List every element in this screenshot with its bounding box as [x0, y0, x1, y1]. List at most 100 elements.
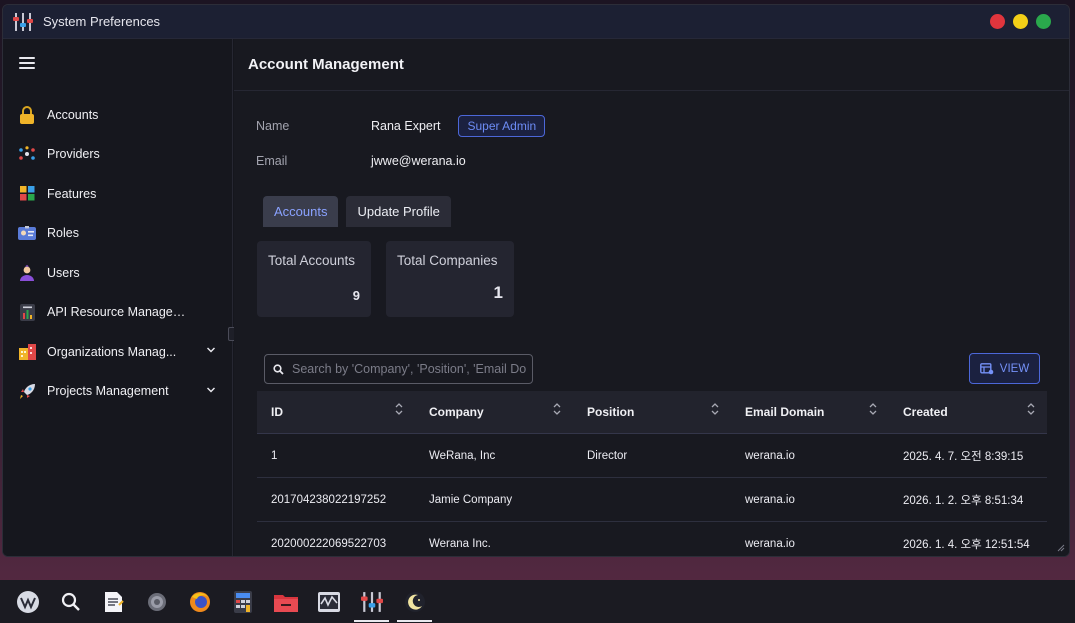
- table-row[interactable]: 201704238022197252 Jamie Company werana.…: [257, 478, 1047, 522]
- tab-update-profile[interactable]: Update Profile: [346, 196, 451, 227]
- sidebar-item-roles[interactable]: Roles: [3, 214, 233, 254]
- sort-icon[interactable]: [1027, 402, 1035, 416]
- main-content: Account Management Name Rana Expert Supe…: [234, 39, 1069, 556]
- column-header-created[interactable]: Created: [889, 402, 1047, 419]
- sidebar-item-providers[interactable]: Providers: [3, 135, 233, 175]
- system-preferences-icon: [12, 11, 34, 33]
- table-header: ID Company Position Email Domain Created: [257, 391, 1047, 434]
- taskbar-app[interactable]: [178, 580, 221, 623]
- name-label: Name: [256, 119, 290, 133]
- cell-email-domain: werana.io: [745, 449, 795, 462]
- taskbar-app[interactable]: [49, 580, 92, 623]
- sidebar-item-label: Providers: [47, 147, 100, 162]
- menu-icon[interactable]: [19, 57, 35, 71]
- sidebar-item-accounts[interactable]: Accounts: [3, 95, 233, 135]
- night-mode-icon: [404, 591, 425, 612]
- sidebar-item-api-resource-management[interactable]: API Resource Management: [3, 293, 233, 333]
- search-field[interactable]: [264, 354, 533, 384]
- column-header-id[interactable]: ID: [257, 402, 415, 419]
- chevron-down-icon[interactable]: [207, 386, 215, 394]
- cell-company: Werana Inc.: [429, 537, 491, 550]
- taskbar-app[interactable]: [307, 580, 350, 623]
- rocket-icon: [18, 382, 36, 400]
- sidebar-item-label: Projects Management: [47, 384, 169, 399]
- taskbar-app[interactable]: [6, 580, 49, 623]
- sidebar-item-label: API Resource Management: [47, 305, 187, 320]
- column-header-label: ID: [271, 405, 283, 419]
- table-row[interactable]: 1 WeRana, Inc Director werana.io 2025. 4…: [257, 434, 1047, 478]
- taskbar-app[interactable]: [393, 580, 436, 623]
- sidebar-item-organizations-management[interactable]: Organizations Manag...: [3, 332, 233, 372]
- cell-company: Jamie Company: [429, 493, 513, 506]
- column-header-company[interactable]: Company: [415, 402, 573, 419]
- view-button[interactable]: VIEW: [969, 353, 1040, 384]
- sidebar-item-projects-management[interactable]: Projects Management: [3, 372, 233, 412]
- sidebar-item-label: Users: [47, 265, 80, 280]
- search-icon: [61, 592, 80, 611]
- name-row: Name Rana Expert Super Admin: [256, 115, 546, 137]
- sort-icon[interactable]: [711, 402, 719, 416]
- stat-card-total-companies: Total Companies 1: [386, 241, 514, 317]
- user-icon: [18, 264, 36, 282]
- sidebar-item-users[interactable]: Users: [3, 253, 233, 293]
- taskbar-app[interactable]: [264, 580, 307, 623]
- tab-bar: Accounts Update Profile: [263, 196, 451, 227]
- taskbar-app[interactable]: [135, 580, 178, 623]
- maximize-button[interactable]: [1036, 14, 1051, 29]
- email-row: Email jwwe@werana.io: [256, 154, 466, 168]
- tab-accounts[interactable]: Accounts: [263, 196, 339, 227]
- files-icon: [273, 594, 298, 612]
- search-input[interactable]: [292, 362, 527, 376]
- stat-title: Total Companies: [397, 253, 498, 268]
- column-header-label: Created: [903, 405, 948, 419]
- api-icon: [18, 303, 36, 321]
- cell-created: 2025. 4. 7. 오전 8:39:15: [903, 450, 1024, 463]
- calculator-icon: [233, 590, 252, 613]
- cell-created: 2026. 1. 4. 오후 12:51:54: [903, 538, 1030, 551]
- column-header-label: Company: [429, 405, 484, 419]
- taskbar-app[interactable]: [92, 580, 135, 623]
- network-icon: [18, 145, 36, 163]
- settings-icon: [147, 592, 166, 611]
- email-label: Email: [256, 154, 288, 168]
- chevron-down-icon[interactable]: [207, 346, 215, 354]
- stat-title: Total Accounts: [268, 253, 356, 268]
- building-icon: [18, 343, 36, 361]
- id-card-icon: [18, 224, 36, 242]
- search-icon: [273, 363, 284, 375]
- sidebar-item-label: Roles: [47, 226, 79, 241]
- taskbar-app[interactable]: [221, 580, 264, 623]
- cell-id: 201704238022197252: [271, 493, 387, 506]
- cell-email-domain: werana.io: [745, 493, 795, 506]
- sidebar: Accounts Providers Features Roles Users …: [3, 39, 238, 556]
- sidebar-item-label: Accounts: [47, 107, 99, 122]
- sidebar-item-features[interactable]: Features: [3, 174, 233, 214]
- sort-icon[interactable]: [869, 402, 877, 416]
- role-badge: Super Admin: [458, 115, 546, 137]
- grid-icon: [18, 185, 36, 203]
- window-resize-grip[interactable]: [1057, 544, 1065, 552]
- table-view-icon: [979, 362, 994, 374]
- lock-icon: [18, 105, 36, 124]
- sort-icon[interactable]: [553, 402, 561, 416]
- taskbar: [0, 580, 1075, 623]
- cell-email-domain: werana.io: [745, 537, 795, 550]
- view-button-label: VIEW: [999, 362, 1030, 375]
- sidebar-item-label: Organizations Manag...: [47, 344, 177, 359]
- text-editor-icon: [104, 591, 124, 612]
- stat-value: 9: [352, 288, 360, 303]
- cell-created: 2026. 1. 2. 오후 8:51:34: [903, 494, 1024, 507]
- column-header-position[interactable]: Position: [573, 402, 731, 419]
- taskbar-app[interactable]: [350, 580, 393, 623]
- column-header-email-domain[interactable]: Email Domain: [731, 402, 889, 419]
- close-button[interactable]: [990, 14, 1005, 29]
- minimize-button[interactable]: [1013, 14, 1028, 29]
- table-row[interactable]: 202000222069522703 Werana Inc. werana.io…: [257, 522, 1047, 556]
- stat-card-total-accounts: Total Accounts 9: [257, 241, 371, 317]
- system-preferences-icon: [360, 591, 383, 612]
- window-title: System Preferences: [43, 14, 161, 29]
- cell-company: WeRana, Inc: [429, 449, 496, 462]
- sort-icon[interactable]: [395, 402, 403, 416]
- title-bar[interactable]: System Preferences: [3, 5, 1069, 39]
- sidebar-nav: Accounts Providers Features Roles Users …: [3, 95, 233, 411]
